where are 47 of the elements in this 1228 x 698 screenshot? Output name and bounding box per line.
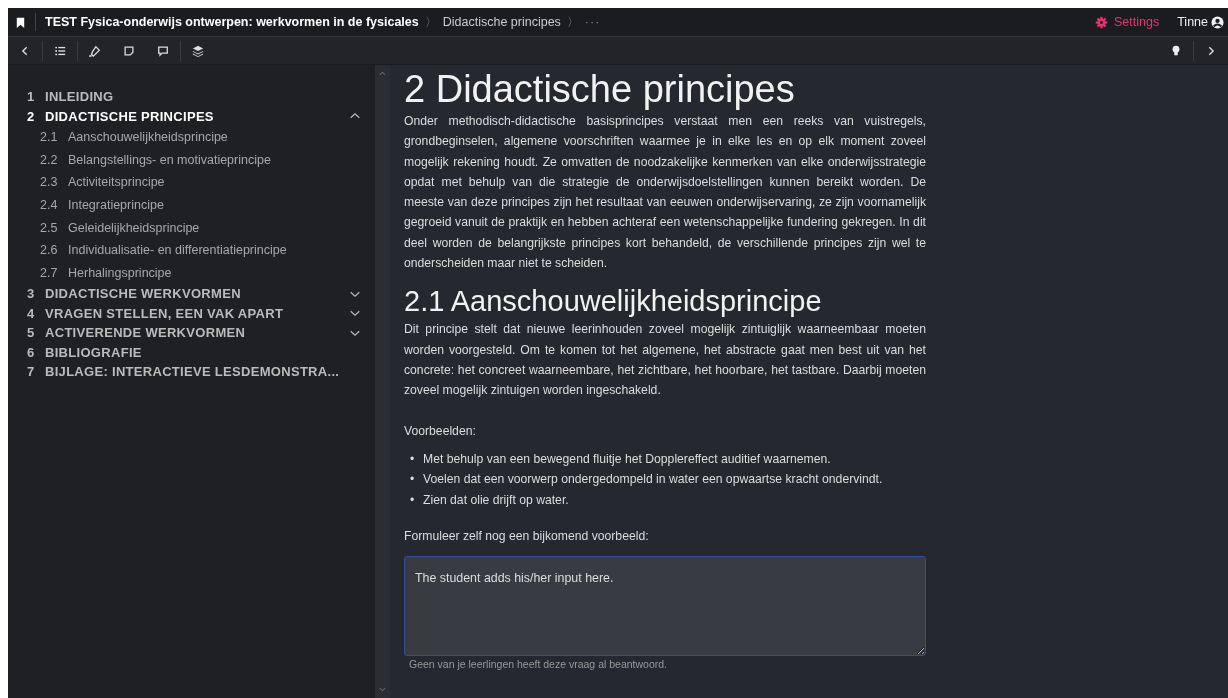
example-item: Met behulp van een bewegend fluitje het Dopplereffect auditief waarnemen. — [423, 450, 831, 468]
section-item[interactable]: 2.1 Aanschouwelijkheidsprincipe — [8, 126, 375, 149]
section-paragraph: Dit principe stelt dat nieuwe leerinhouden zoveel mogelijk zintuiglijk waarneembaar moeten worden voorgesteld. Om te komen tot het algemene, het abstracte gaat men best uit van het concrete: het concreet waarneembare, het zichtbare, het hoorbare, het tastbare. Daarbij moeten zoveel mogelijk zintuigen worden ingeschakeld. — [404, 321, 926, 400]
book-title[interactable]: TEST Fysica-onderwijs ontwerpen: werkvormen in de fysicales — [36, 15, 419, 29]
intro-paragraph: Onder methodisch-didactische basisprincipes verstaat men een reeks van vuistregels, grondbeginselen, algemene voorschriften waarmee je in elke les en op elk moment zoveel mogelijk rekening houdt. Ze omvatten de noodzakelijke kenmerken van elke onderwijsstrategie opdat met behulp van die strategie de onderwijsdoelstellingen kunnen bereikt worden. De meeste van deze principes zijn het resultaat van eeuwen onderwijservaring, ze zijn voornamelijk gegroeid vanuit de praktijk en hebben achteraf een wetenschappelijke fundering gekregen. In dit deel worden de belangrijkste principes kort behandeld, de verschillende principes zijn wel te onderscheiden maar niet te scheiden. — [404, 113, 926, 273]
examples-label: Voorbeelden: — [404, 422, 477, 440]
chapter-item[interactable]: 4 VRAGEN STELLEN, EEN VAK APART — [8, 303, 375, 324]
bookmark-icon — [14, 15, 27, 29]
more-breadcrumbs[interactable]: ··· — [584, 15, 601, 29]
chapter-item[interactable]: 6 BIBLIOGRAFIE — [8, 342, 375, 363]
answer-field[interactable]: The student adds his/her input here. — [404, 555, 926, 656]
user-icon — [1211, 15, 1224, 29]
section-item[interactable]: 2.4 Integratieprincipe — [8, 193, 375, 217]
lightbulb-icon — [1170, 44, 1182, 57]
bullet: • — [410, 450, 416, 468]
section-item[interactable]: 2.2 Belangstellings- en motivatieprincipe — [8, 148, 375, 172]
section-item[interactable]: 2.7 Herhalingsprincipe — [8, 261, 375, 285]
scrollbar[interactable] — [375, 65, 390, 698]
breadcrumb[interactable]: Didactische principes — [442, 15, 561, 29]
bullet: • — [410, 471, 416, 489]
example-item: Zien dat olie drijft op water. — [423, 491, 569, 509]
chapter-item[interactable]: 3 DIDACTISCHE WERKVORMEN — [8, 284, 375, 304]
section-item[interactable]: 2.5 Geleidelijkheidsprincipe — [8, 216, 375, 239]
chapter-item[interactable]: 5 ACTIVERENDE WERKVORMEN — [8, 323, 375, 343]
section-item[interactable]: 2.6 Individualisatie- en differentiatieprincipe — [8, 238, 375, 262]
note-icon — [123, 44, 135, 57]
chapter-heading: 2 Didactische principes — [404, 67, 796, 111]
breadcrumb-separator: 〉 — [565, 13, 580, 31]
chapter-item[interactable]: 1 INLEIDING — [8, 87, 375, 107]
highlighter-icon — [89, 44, 101, 57]
section-heading: 2.1 Aanschouwelijkheidsprincipe — [404, 284, 823, 320]
section-item[interactable]: 2.3 Activiteitsprincipe — [8, 171, 375, 194]
breadcrumb-separator: 〉 — [423, 13, 438, 31]
comment-icon — [157, 44, 169, 57]
answer-status-note: Geen van je leerlingen heeft deze vraag al beantwoord. — [409, 657, 668, 670]
chapter-item[interactable]: 7 BIJLAGE: INTERACTIEVE LESDEMONSTRA... — [8, 362, 375, 382]
settings-icon — [1095, 15, 1108, 29]
example-item: Voelen dat een voorwerp ondergedompeld in water een opwaartse kracht ondervindt. — [423, 471, 883, 489]
chapter-item[interactable]: 2 DIDACTISCHE PRINCIPES — [8, 106, 375, 126]
scroll-down-icon — [378, 685, 387, 694]
settings-button[interactable]: Settings — [1085, 15, 1170, 29]
list-icon — [54, 44, 66, 57]
user-button[interactable]: Tinne — [1169, 15, 1228, 29]
layers-icon — [192, 44, 204, 57]
bullet: • — [410, 491, 416, 509]
scroll-up-icon — [378, 69, 387, 78]
question-text: Formuleer zelf nog een bijkomend voorbeeld: — [404, 528, 650, 546]
